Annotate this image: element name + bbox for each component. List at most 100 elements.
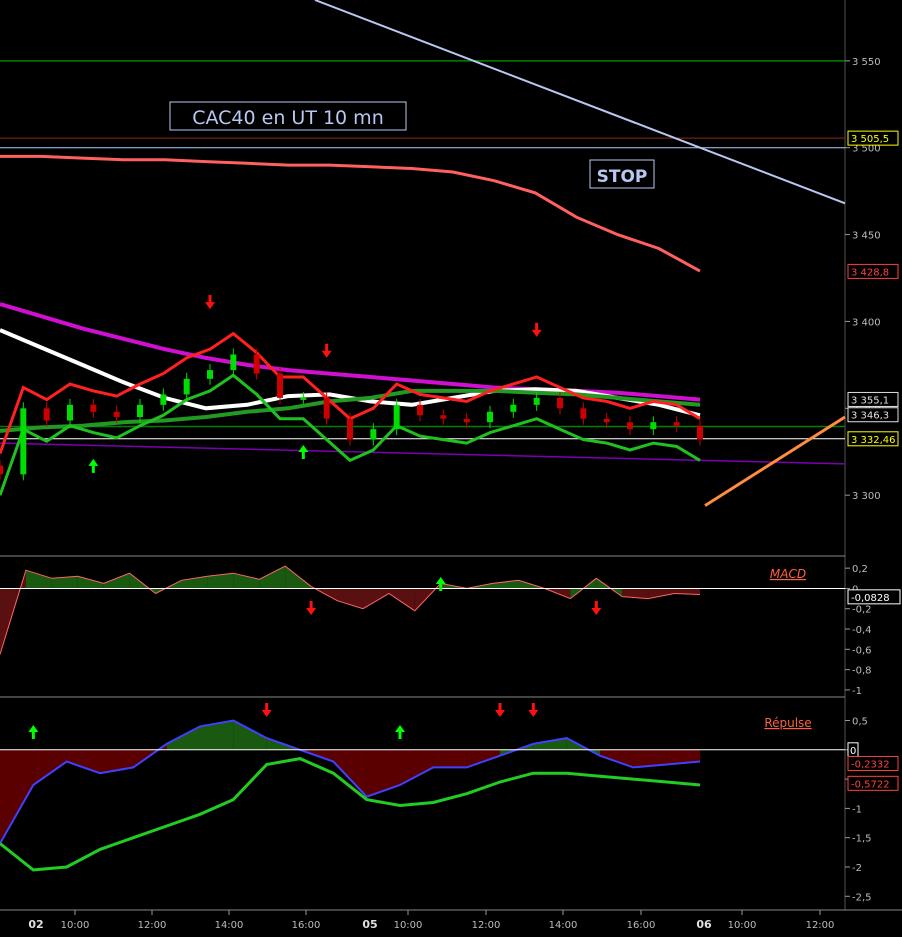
repulse-fast-line [0, 719, 701, 844]
price-arrow-down-head [205, 302, 215, 310]
candle [510, 404, 517, 412]
candle [43, 408, 50, 421]
candle [463, 418, 470, 423]
candle [627, 422, 633, 430]
repulse-area-segment [0, 749, 34, 844]
candle [183, 378, 190, 395]
time-label: 10:00 [394, 920, 423, 931]
repulse-tick-label: -2,5 [852, 892, 872, 903]
time-label: 10:00 [61, 920, 90, 931]
time-label: 16:00 [627, 920, 656, 931]
repulse-area-segment [366, 749, 400, 797]
candle [90, 404, 97, 412]
macd-tick-label: -0,4 [852, 625, 872, 636]
price-tick-label: 3 550 [852, 57, 881, 68]
time-label: 10:00 [728, 920, 757, 931]
price-arrow-down-head [321, 350, 332, 358]
date-label: 06 [696, 918, 712, 931]
candle [417, 404, 423, 416]
magenta-moving-average [0, 302, 701, 402]
candle [137, 404, 143, 417]
macd-area-segment [648, 588, 675, 599]
purple-trendline [0, 442, 846, 465]
white-moving-average [0, 328, 701, 418]
candle [370, 429, 377, 440]
value-tag: 3 332,46 [851, 435, 896, 446]
candle [533, 397, 540, 405]
repulse-area-segment [400, 749, 434, 785]
price-tick-label: 3 400 [852, 317, 881, 328]
candle [650, 422, 657, 430]
macd-arrow-down-head [591, 608, 602, 615]
time-label: 12:00 [138, 920, 167, 931]
repulse-area-segment [66, 749, 100, 774]
candle [20, 408, 27, 475]
repulse-area-segment [33, 749, 67, 785]
candle [347, 418, 353, 440]
repulse-arrow-up-head [28, 725, 39, 732]
time-label: 12:00 [806, 920, 835, 931]
candle [580, 408, 587, 419]
macd-area-segment [25, 570, 52, 589]
macd-panel [0, 565, 845, 655]
repulse-tick-label: -1,5 [852, 834, 872, 845]
repulse-tick-label: 0,5 [852, 717, 868, 728]
candle [113, 411, 120, 417]
macd-arrow-down-head [306, 608, 317, 615]
date-label: 05 [362, 918, 377, 931]
price-arrow-up-head [88, 458, 99, 466]
stop-label: STOP [597, 167, 648, 187]
macd-tick-label: -0,6 [852, 645, 872, 656]
repulse-value: -0,5722 [851, 779, 890, 790]
time-label: 14:00 [215, 920, 244, 931]
macd-label: MACD [770, 567, 806, 581]
time-label: 16:00 [292, 920, 321, 931]
candle [440, 415, 447, 419]
price-tick-label: 3 300 [852, 491, 881, 502]
repulse-zero-tag: 0 [850, 746, 856, 757]
repulse-area-segment [333, 749, 367, 797]
candle [277, 373, 283, 398]
candle [393, 404, 400, 430]
axes: 3 5503 5003 4503 4003 3503 3003 505,53 4… [28, 57, 901, 931]
candle [323, 397, 330, 419]
time-label: 14:00 [549, 920, 578, 931]
candle [207, 370, 213, 379]
candle [673, 422, 680, 426]
repulse-arrow-down-head [261, 710, 272, 717]
price-panel [0, 0, 846, 507]
macd-tick-label: -0,2 [852, 605, 872, 616]
candle [0, 465, 3, 475]
macd-area-segment [233, 573, 260, 589]
chart-canvas: 3 5503 5003 4503 4003 3503 3003 505,53 4… [0, 0, 902, 931]
macd-arrow-up-head [435, 577, 446, 584]
repulse-value: -0,2332 [851, 759, 890, 770]
repulse-label: Répulse [764, 716, 811, 730]
candle [487, 411, 493, 423]
macd-tick-label: -1 [852, 686, 862, 697]
macd-tick-label: 0,2 [852, 564, 868, 575]
candle [230, 354, 237, 371]
macd-area-segment [362, 588, 389, 609]
value-tag: 3 346,3 [851, 411, 889, 422]
value-tag: 3 505,5 [851, 134, 889, 145]
macd-area-segment [337, 588, 363, 609]
repulse-arrow-down-head [528, 710, 539, 717]
repulse-tick-label: -1 [852, 804, 862, 815]
candle [697, 425, 703, 440]
value-tag: 3 355,1 [851, 395, 889, 406]
candle [160, 394, 167, 405]
macd-tick-label: -0,8 [852, 666, 872, 677]
price-arrow-down-head [531, 329, 542, 337]
candle [300, 397, 307, 400]
value-tag: 3 428,8 [851, 267, 889, 278]
repulse-area-segment [433, 749, 467, 768]
candle [253, 354, 260, 374]
repulse-arrow-up-head [395, 725, 405, 732]
candle [603, 418, 610, 423]
repulse-tick-label: -2 [852, 863, 862, 874]
time-label: 12:00 [472, 920, 501, 931]
date-label: 02 [28, 918, 43, 931]
candle [557, 397, 563, 409]
macd-value: -0,0828 [851, 593, 890, 604]
